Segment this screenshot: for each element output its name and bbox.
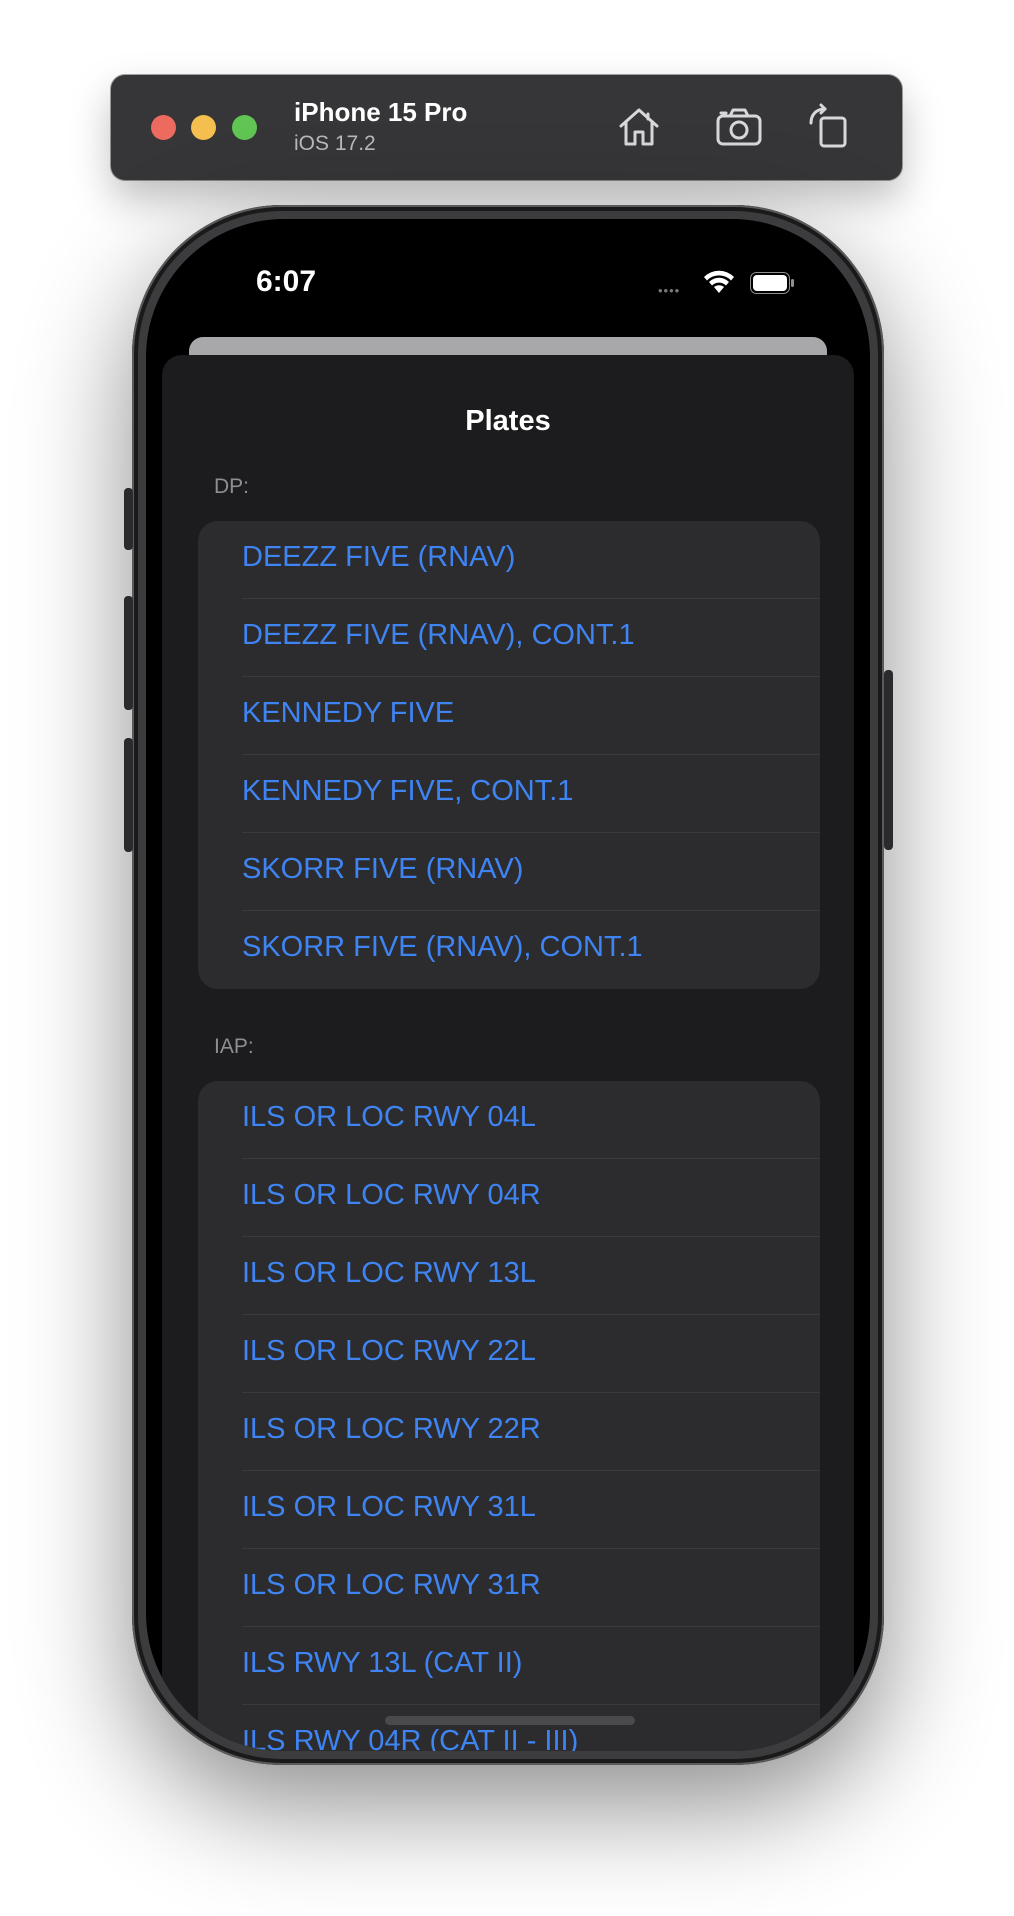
dp-list: DEEZZ FIVE (RNAV) DEEZZ FIVE (RNAV), CON… [198,521,820,989]
sheet-title: Plates [465,405,551,437]
close-window-button[interactable] [151,115,176,140]
home-icon[interactable] [613,101,665,153]
list-item[interactable]: DEEZZ FIVE (RNAV), CONT.1 [198,599,820,677]
list-item[interactable]: ILS RWY 04R (CAT II - III) [198,1705,820,1751]
os-version: iOS 17.2 [294,132,376,155]
action-button[interactable] [124,488,133,550]
list-item[interactable]: DEEZZ FIVE (RNAV) [198,521,820,599]
phone-screen: 6:07 •••• Plates DP: DEEZZ FIVE (RNAV) D… [146,219,870,1751]
list-item[interactable]: ILS OR LOC RWY 13L [198,1237,820,1315]
section-header-dp: DP: [214,475,250,498]
list-item[interactable]: ILS OR LOC RWY 31R [198,1549,820,1627]
home-indicator[interactable] [385,1716,635,1725]
list-item-label: ILS RWY 13L (CAT II) [242,1647,523,1679]
section-header-iap: IAP: [214,1035,254,1058]
status-time: 6:07 [256,265,317,298]
list-item-label: ILS OR LOC RWY 22L [242,1335,536,1367]
list-item[interactable]: ILS OR LOC RWY 04L [198,1081,820,1159]
minimize-window-button[interactable] [191,115,216,140]
volume-down-button[interactable] [124,738,133,852]
list-item[interactable]: SKORR FIVE (RNAV) [198,833,820,911]
list-item-label: ILS OR LOC RWY 31R [242,1569,541,1601]
power-button[interactable] [884,670,893,850]
list-item[interactable]: ILS OR LOC RWY 31L [198,1471,820,1549]
signal-indicator: •••• [658,283,681,298]
battery-icon [750,272,794,294]
list-item-label: DEEZZ FIVE (RNAV), CONT.1 [242,619,635,651]
iap-list: ILS OR LOC RWY 04L ILS OR LOC RWY 04R IL… [198,1081,820,1751]
list-item-label: KENNEDY FIVE [242,697,455,729]
plates-sheet: Plates DP: DEEZZ FIVE (RNAV) DEEZZ FIVE … [162,355,854,1751]
list-item[interactable]: ILS RWY 13L (CAT II) [198,1627,820,1705]
rotate-icon[interactable] [803,101,855,153]
list-item-label: ILS RWY 04R (CAT II - III) [242,1725,579,1751]
list-item-label: KENNEDY FIVE, CONT.1 [242,775,574,807]
list-item-label: DEEZZ FIVE (RNAV) [242,541,516,573]
simulator-toolbar: iPhone 15 Pro iOS 17.2 [111,75,902,180]
list-item-label: ILS OR LOC RWY 04R [242,1179,541,1211]
list-item-label: ILS OR LOC RWY 13L [242,1257,536,1289]
list-item[interactable]: ILS OR LOC RWY 22R [198,1393,820,1471]
volume-up-button[interactable] [124,596,133,710]
zoom-window-button[interactable] [232,115,257,140]
list-item-label: ILS OR LOC RWY 22R [242,1413,541,1445]
wifi-icon [702,269,736,295]
list-item[interactable]: ILS OR LOC RWY 04R [198,1159,820,1237]
device-name: iPhone 15 Pro [294,97,468,127]
list-item-label: ILS OR LOC RWY 31L [242,1491,536,1523]
list-item-label: ILS OR LOC RWY 04L [242,1101,536,1133]
list-item[interactable]: KENNEDY FIVE [198,677,820,755]
list-item[interactable]: ILS OR LOC RWY 22L [198,1315,820,1393]
list-item[interactable]: KENNEDY FIVE, CONT.1 [198,755,820,833]
list-item-label: SKORR FIVE (RNAV), CONT.1 [242,931,643,963]
list-item[interactable]: SKORR FIVE (RNAV), CONT.1 [198,911,820,989]
list-item-label: SKORR FIVE (RNAV) [242,853,524,885]
screenshot-icon[interactable] [713,101,765,153]
